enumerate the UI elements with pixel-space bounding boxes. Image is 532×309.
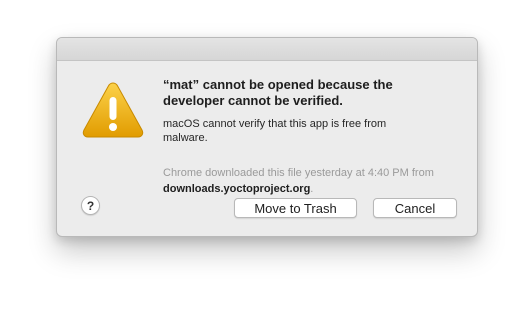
download-source: Chrome downloaded this file yesterday at… <box>163 165 443 197</box>
dialog-titlebar[interactable] <box>57 38 477 61</box>
gatekeeper-dialog: “mat” cannot be opened because the devel… <box>56 37 478 237</box>
download-source-suffix: . <box>310 183 314 195</box>
dialog-title: “mat” cannot be opened because the devel… <box>163 77 393 108</box>
download-source-text: Chrome downloaded this file yesterday at… <box>163 167 434 179</box>
help-button[interactable]: ? <box>81 196 100 215</box>
move-to-trash-button[interactable]: Move to Trash <box>234 198 357 218</box>
warning-icon <box>82 82 144 138</box>
download-domain: downloads.yoctoproject.org <box>163 183 311 195</box>
dialog-message: macOS cannot verify that this app is fre… <box>163 118 387 144</box>
cancel-button[interactable]: Cancel <box>373 198 457 218</box>
dialog-content: “mat” cannot be opened because the devel… <box>163 77 463 197</box>
